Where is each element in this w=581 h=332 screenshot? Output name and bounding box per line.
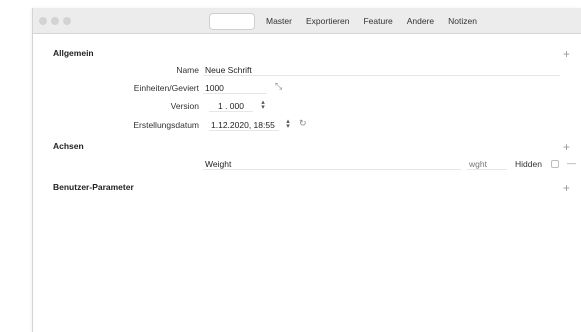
version-label: Version — [170, 101, 199, 111]
tab-bar: Master Exportieren Feature Andere Notize… — [209, 13, 484, 30]
remove-axis-button[interactable]: — — [567, 158, 576, 168]
date-stepper[interactable]: ▴ ▾ — [284, 118, 292, 130]
hidden-checkbox[interactable] — [551, 160, 559, 168]
tab-master[interactable]: Master — [259, 13, 299, 30]
minus-icon: — — [567, 158, 576, 168]
chevron-down-icon: ▾ — [286, 123, 290, 130]
tab-export[interactable]: Exportieren — [299, 13, 356, 30]
add-custom-parameter-button[interactable]: + — [563, 182, 570, 194]
section-title-custom-parameters: Benutzer-Parameter — [53, 182, 134, 192]
version-stepper[interactable]: ▴ ▾ — [259, 99, 267, 111]
tab-notes[interactable]: Notizen — [441, 13, 484, 30]
axis-tag-input[interactable] — [467, 158, 507, 170]
zoom-window-button[interactable] — [63, 17, 71, 25]
section-title-axes: Achsen — [53, 141, 84, 151]
creation-date-field[interactable]: 1.12.2020, 18:55 — [209, 119, 279, 131]
refresh-date-icon[interactable]: ↻ — [299, 118, 307, 129]
tab-features[interactable]: Feature — [356, 13, 399, 30]
creation-date-label: Erstellungsdatum — [133, 120, 199, 130]
axis-name-field[interactable]: Weight — [203, 158, 461, 170]
tab-other[interactable]: Andere — [400, 13, 441, 30]
name-label: Name — [176, 65, 199, 75]
minimize-window-button[interactable] — [51, 17, 59, 25]
add-axis-button[interactable]: + — [563, 141, 570, 153]
plus-icon: + — [563, 181, 571, 195]
units-per-em-label: Einheiten/Geviert — [133, 83, 199, 93]
plus-icon: + — [563, 140, 571, 154]
tab-font[interactable] — [209, 13, 255, 30]
units-per-em-field[interactable]: 1000 — [203, 82, 267, 94]
hidden-label: Hidden — [515, 159, 542, 169]
font-info-window: Master Exportieren Feature Andere Notize… — [32, 8, 581, 332]
resize-icon[interactable]: ⤡ — [275, 81, 282, 92]
close-window-button[interactable] — [39, 17, 47, 25]
toolbar: Master Exportieren Feature Andere Notize… — [33, 8, 581, 34]
plus-icon: + — [563, 47, 571, 61]
family-name-field[interactable]: Neue Schrift — [203, 64, 560, 76]
section-title-general: Allgemein — [53, 48, 94, 58]
add-general-property-button[interactable]: + — [563, 48, 570, 60]
chevron-down-icon: ▾ — [261, 104, 265, 111]
version-field[interactable]: 1 . 000 — [209, 100, 253, 112]
